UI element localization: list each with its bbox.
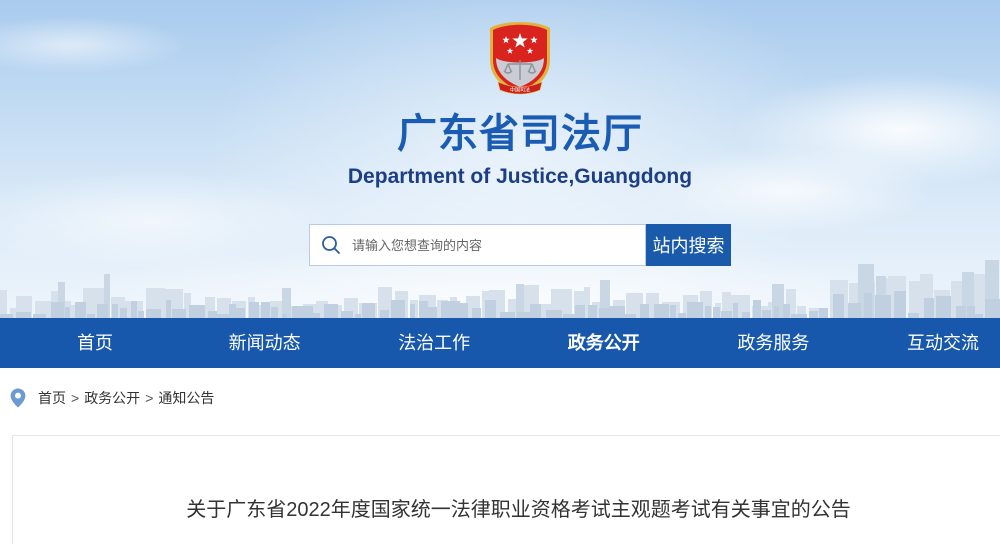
skyline-building bbox=[985, 299, 1000, 318]
skyline-building bbox=[441, 301, 447, 318]
skyline-building bbox=[146, 309, 161, 318]
skyline-building bbox=[65, 307, 70, 318]
skyline-building bbox=[271, 307, 278, 318]
nav-item-government-services[interactable]: 政务服务 bbox=[718, 318, 828, 368]
skyline-building bbox=[391, 300, 405, 318]
skyline-building bbox=[138, 311, 144, 318]
skyline-building bbox=[428, 307, 437, 318]
skyline-building bbox=[721, 311, 732, 318]
skyline-building bbox=[909, 281, 920, 318]
skyline-building bbox=[303, 306, 313, 318]
skyline-building bbox=[713, 307, 720, 318]
skyline-building bbox=[819, 308, 828, 318]
skyline-building bbox=[460, 303, 468, 318]
skyline-building bbox=[485, 300, 496, 318]
skyline-building bbox=[341, 311, 353, 318]
nav-list: 首页 新闻动态 法治工作 政务公开 政务服务 互动交流 bbox=[40, 318, 998, 368]
skyline-building bbox=[609, 306, 625, 318]
site-title: 广东省司法厅 bbox=[397, 112, 643, 156]
skyline-building bbox=[599, 308, 609, 318]
skyline-building bbox=[733, 303, 738, 318]
skyline-building bbox=[362, 303, 375, 318]
nav-item-home[interactable]: 首页 bbox=[40, 318, 150, 368]
nav-item-rule-of-law-work[interactable]: 法治工作 bbox=[379, 318, 489, 368]
skyline-building bbox=[705, 306, 711, 318]
breadcrumb-separator: > bbox=[145, 390, 154, 406]
skyline-building bbox=[131, 301, 137, 318]
skyline-building bbox=[783, 304, 790, 318]
skyline-building bbox=[894, 291, 906, 318]
skyline-building bbox=[924, 298, 934, 318]
header-banner: 中国司法 广东省司法厅 Department of Justice,Guangd… bbox=[0, 0, 1000, 318]
article-panel: 关于广东省2022年度国家统一法律职业资格考试主观题考试有关事宜的公告 bbox=[12, 435, 1000, 544]
skyline-building bbox=[575, 305, 585, 318]
skyline-building bbox=[189, 305, 205, 318]
skyline-building bbox=[753, 300, 761, 318]
skyline-building bbox=[864, 293, 872, 318]
skyline-building bbox=[546, 310, 562, 318]
nav-item-government-affairs[interactable]: 政务公开 bbox=[549, 318, 659, 368]
skyline-building bbox=[447, 301, 460, 318]
breadcrumb-government-affairs[interactable]: 政务公开 bbox=[84, 388, 140, 408]
skyline-building bbox=[956, 306, 966, 318]
skyline-building bbox=[380, 310, 389, 318]
location-pin-icon bbox=[10, 388, 26, 408]
article-title: 关于广东省2022年度国家统一法律职业资格考试主观题考试有关事宜的公告 bbox=[186, 499, 851, 521]
skyline-building bbox=[229, 304, 236, 318]
skyline-building bbox=[967, 306, 975, 318]
breadcrumb: 首页 > 政务公开 > 通知公告 bbox=[10, 386, 214, 410]
skyline-building bbox=[936, 296, 951, 318]
skyline-building bbox=[0, 290, 7, 318]
skyline-building bbox=[75, 302, 86, 318]
skyline-building bbox=[848, 303, 861, 318]
city-skyline-illustration bbox=[0, 260, 1000, 318]
nav-item-interaction[interactable]: 互动交流 bbox=[888, 318, 998, 368]
skyline-building bbox=[670, 305, 676, 318]
skyline-building bbox=[762, 310, 771, 318]
skyline-building bbox=[97, 304, 108, 318]
skyline-building bbox=[530, 304, 541, 318]
skyline-building bbox=[282, 288, 291, 318]
breadcrumb-separator: > bbox=[71, 390, 80, 406]
skyline-building bbox=[236, 308, 245, 318]
skyline-building bbox=[774, 306, 779, 318]
skyline-building bbox=[654, 304, 669, 318]
skyline-building bbox=[51, 302, 64, 318]
breadcrumb-notices[interactable]: 通知公告 bbox=[158, 388, 214, 408]
skyline-building bbox=[472, 308, 481, 318]
skyline-building bbox=[208, 311, 217, 318]
skyline-building bbox=[292, 306, 303, 318]
nav-item-news[interactable]: 新闻动态 bbox=[210, 318, 320, 368]
skyline-building bbox=[833, 294, 844, 318]
skyline-building bbox=[875, 295, 891, 318]
skyline-building bbox=[809, 311, 818, 318]
skyline-building bbox=[410, 304, 415, 318]
skyline-building bbox=[172, 309, 186, 318]
justice-emblem-logo: 中国司法 bbox=[490, 22, 550, 95]
site-subtitle: Department of Justice,Guangdong bbox=[347, 165, 693, 188]
emblem-ribbon-text: 中国司法 bbox=[510, 87, 530, 94]
skyline-building bbox=[588, 305, 597, 318]
skyline-building bbox=[687, 302, 703, 318]
skyline-building bbox=[640, 304, 649, 318]
skyline-building bbox=[261, 302, 270, 318]
skyline-building bbox=[166, 300, 171, 318]
skyline-building bbox=[419, 301, 428, 318]
skyline-building bbox=[112, 304, 118, 318]
skyline-building bbox=[120, 308, 127, 318]
skyline-building bbox=[249, 302, 259, 318]
main-navigation: 首页 新闻动态 法治工作 政务公开 政务服务 互动交流 bbox=[0, 318, 1000, 368]
breadcrumb-home[interactable]: 首页 bbox=[38, 388, 66, 408]
skyline-building bbox=[324, 304, 338, 318]
